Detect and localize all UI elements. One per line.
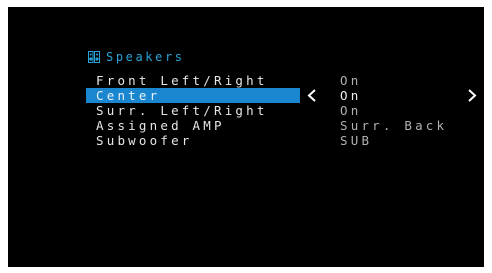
menu-item-label: Subwoofer [96,133,193,148]
menu-item-assigned-amp[interactable]: Assigned AMP Surr. Back [86,118,478,133]
menu-item-value: On [340,88,362,103]
menu-item-label: Assigned AMP [96,118,225,133]
menu-item-label: Front Left/Right [96,73,268,88]
menu-item-center[interactable]: Center On [86,88,478,103]
chevron-left-icon[interactable] [306,88,318,103]
menu-item-value: On [340,103,362,118]
menu-item-label: Surr. Left/Right [96,103,268,118]
menu-item-label: Center [96,88,161,103]
menu-item-value: On [340,73,362,88]
speaker-icon [88,51,100,63]
menu-item-value: Surr. Back [340,118,448,133]
osd-screen: Speakers Front Left/Right On Center On S… [8,7,484,267]
menu-item-surr-left-right[interactable]: Surr. Left/Right On [86,103,478,118]
chevron-right-icon[interactable] [466,88,478,103]
menu-item-value: SUB [340,133,373,148]
menu-header: Speakers [88,49,185,65]
menu-title: Speakers [106,50,185,64]
menu-item-subwoofer[interactable]: Subwoofer SUB [86,133,478,148]
menu-item-front-left-right[interactable]: Front Left/Right On [86,73,478,88]
